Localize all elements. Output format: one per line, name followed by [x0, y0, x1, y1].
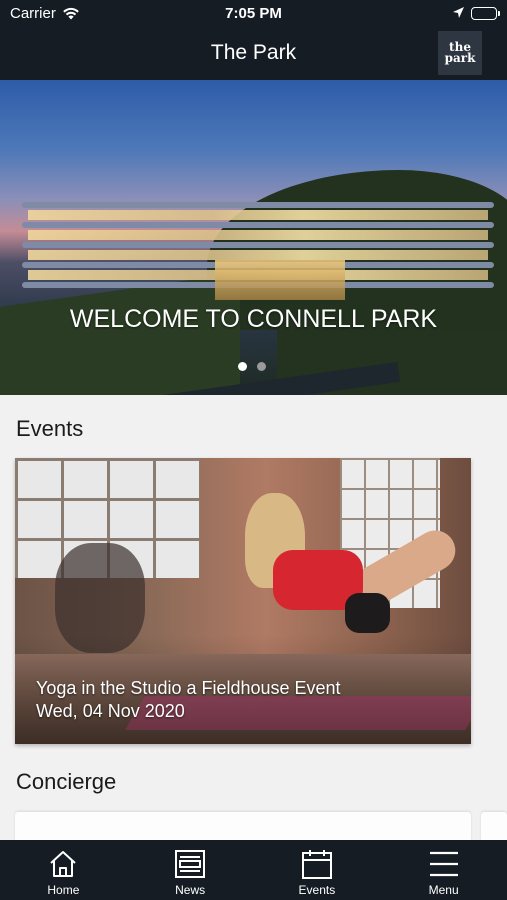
event-title: Yoga in the Studio a Fieldhouse Event: [36, 678, 341, 698]
tab-label: News: [175, 883, 206, 897]
hamburger-menu-icon: [428, 848, 460, 880]
tab-events[interactable]: Events: [254, 840, 381, 900]
the-park-logo[interactable]: the park: [438, 31, 482, 75]
event-card[interactable]: Yoga in the Studio a Fieldhouse Event We…: [15, 458, 471, 744]
building-lobby: [215, 260, 345, 300]
status-bar: Carrier 7:05 PM: [0, 0, 507, 28]
carousel-page-indicator[interactable]: [238, 362, 266, 371]
event-date: Wed, 04 Nov 2020: [36, 701, 185, 721]
logo-text-line2: park: [444, 51, 476, 65]
hero-caption: WELCOME TO CONNELL PARK: [69, 305, 438, 333]
news-icon: [174, 848, 206, 880]
concierge-card[interactable]: [15, 812, 471, 842]
hero-carousel[interactable]: WELCOME TO CONNELL PARK: [0, 80, 507, 395]
clock-time: 7:05 PM: [225, 5, 282, 22]
tab-label: Home: [47, 883, 80, 897]
battery-icon: [471, 7, 500, 20]
tab-label: Menu: [428, 883, 459, 897]
concierge-heading: Concierge: [16, 769, 117, 794]
events-heading: Events: [16, 416, 84, 441]
tab-news[interactable]: News: [127, 840, 254, 900]
location-arrow-icon: [452, 6, 465, 23]
tab-home[interactable]: Home: [0, 840, 127, 900]
concierge-card[interactable]: [481, 812, 507, 842]
page-title: The Park: [210, 41, 297, 64]
calendar-icon: [301, 848, 333, 880]
page-dot-1[interactable]: [238, 362, 247, 371]
page-dot-2[interactable]: [257, 362, 266, 371]
navigation-bar: The Park the park: [0, 28, 507, 80]
tab-menu[interactable]: Menu: [380, 840, 507, 900]
home-icon: [47, 848, 79, 880]
person-figure: [345, 593, 390, 633]
tab-bar: Home News Events Menu: [0, 840, 507, 900]
tab-label: Events: [298, 883, 336, 897]
